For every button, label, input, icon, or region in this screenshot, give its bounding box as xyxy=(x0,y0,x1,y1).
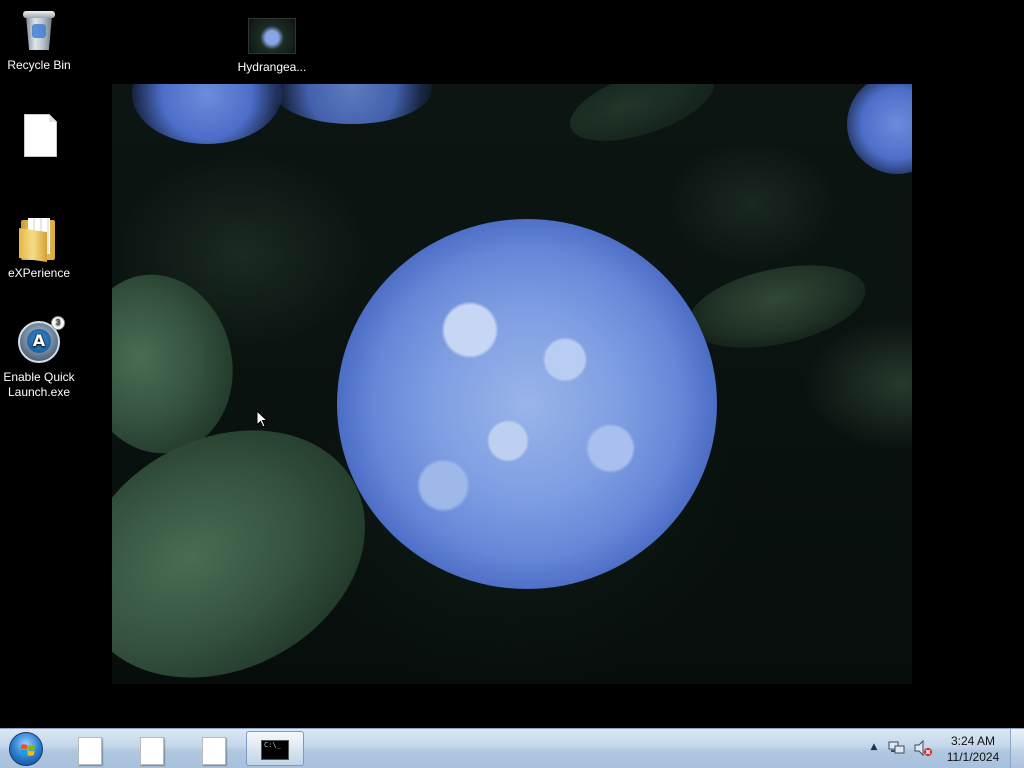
blank-file-icon xyxy=(202,737,226,765)
windows-orb-icon xyxy=(9,732,43,766)
desktop-icon-label: Hydrangea... xyxy=(237,60,307,74)
desktop-icon-enable-quick-launch[interactable]: A 3 Enable Quick Launch.exe xyxy=(0,316,78,400)
mouse-cursor-icon xyxy=(256,410,268,428)
recycle-bin-icon xyxy=(15,6,63,54)
clock-date: 11/1/2024 xyxy=(946,750,1000,764)
network-icon[interactable] xyxy=(888,739,906,757)
taskbar-button-file[interactable] xyxy=(124,731,180,766)
show-hidden-icons-button[interactable]: ▲ xyxy=(868,741,880,753)
wallpaper-leaf xyxy=(681,251,873,362)
desktop[interactable]: Recycle Bin eXPerience A 3 Enable Quick … xyxy=(0,0,1024,728)
desktop-icon-label: Recycle Bin xyxy=(7,58,71,72)
desktop-icon-label: eXPerience xyxy=(7,266,71,280)
clock-time: 3:24 AM xyxy=(950,734,996,748)
image-thumbnail-icon xyxy=(232,16,312,56)
desktop-icon-hydrangea-image[interactable]: Hydrangea... xyxy=(232,16,312,75)
taskbar-button-file[interactable] xyxy=(62,731,118,766)
folder-icon xyxy=(15,214,63,262)
start-button[interactable] xyxy=(6,730,46,767)
desktop-icon-experience-folder[interactable]: eXPerience xyxy=(0,214,78,281)
show-desktop-button[interactable] xyxy=(1010,729,1024,768)
blank-file-icon xyxy=(15,112,63,160)
wallpaper-leaf xyxy=(561,84,723,156)
wallpaper-bloom xyxy=(272,84,432,124)
desktop-icon-blank-file[interactable] xyxy=(0,112,78,164)
desktop-icon-recycle-bin[interactable]: Recycle Bin xyxy=(0,6,78,73)
desktop-icon-label: Enable Quick Launch.exe xyxy=(3,370,75,399)
taskbar-button-command-prompt[interactable]: C:\_ xyxy=(246,731,304,766)
desktop-wallpaper xyxy=(112,84,912,684)
taskbar-button-file[interactable] xyxy=(186,731,242,766)
wallpaper-hydrangea xyxy=(337,219,717,589)
wallpaper-bloom xyxy=(132,84,282,144)
taskbar-clock[interactable]: 3:24 AM 11/1/2024 xyxy=(940,733,1006,765)
wallpaper-bloom xyxy=(847,84,912,174)
volume-muted-icon[interactable] xyxy=(913,739,933,757)
command-prompt-icon: C:\_ xyxy=(261,740,289,760)
taskbar: C:\_ ▲ 3:24 AM 11/1/2024 xyxy=(0,728,1024,768)
blank-file-icon xyxy=(140,737,164,765)
quick-launch-app-icon: A 3 xyxy=(15,316,65,366)
blank-file-icon xyxy=(78,737,102,765)
